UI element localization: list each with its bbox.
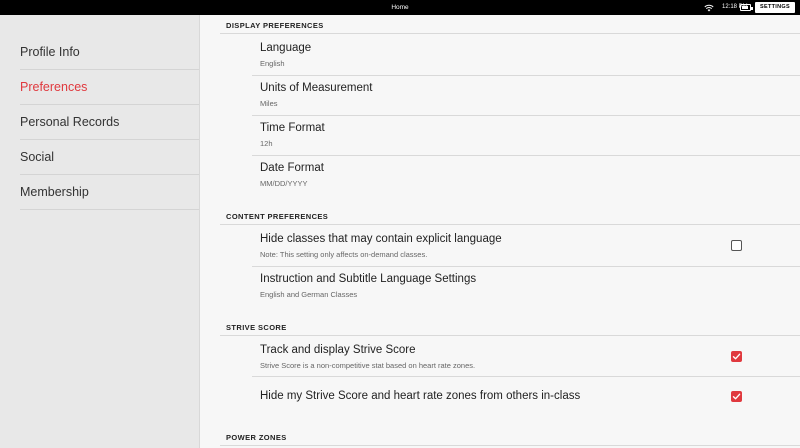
row-divider — [252, 115, 800, 116]
status-bar-title: Home — [391, 4, 409, 11]
sidebar-item-profile-info[interactable]: Profile Info — [0, 35, 200, 70]
sidebar-item-preferences[interactable]: Preferences — [0, 70, 200, 105]
setting-value: English and German Classes — [260, 290, 358, 299]
settings-button[interactable]: SETTINGS — [755, 2, 795, 13]
setting-title: Track and display Strive Score — [260, 344, 416, 356]
sidebar-item-social[interactable]: Social — [0, 140, 200, 175]
setting-title: Hide classes that may contain explicit l… — [260, 233, 502, 245]
checkmark-icon — [732, 393, 741, 400]
section-divider — [220, 33, 800, 34]
setting-title: Time Format — [260, 122, 325, 134]
track-strive-score-checkbox[interactable] — [731, 351, 742, 362]
setting-value: Miles — [260, 99, 278, 108]
setting-title: Date Format — [260, 162, 324, 174]
battery-icon — [740, 4, 753, 11]
preferences-panel: DISPLAY PREFERENCES Language English Uni… — [200, 15, 800, 448]
setting-title: Units of Measurement — [260, 82, 373, 94]
setting-title: Instruction and Subtitle Language Settin… — [260, 273, 477, 285]
sidebar: Profile Info Preferences Personal Record… — [0, 15, 200, 448]
setting-value: 12h — [260, 139, 273, 148]
wifi-icon — [704, 4, 714, 12]
section-header-content-preferences: CONTENT PREFERENCES — [226, 212, 329, 221]
checkmark-icon — [732, 353, 741, 360]
row-divider — [252, 155, 800, 156]
section-header-display-preferences: DISPLAY PREFERENCES — [226, 21, 324, 30]
setting-note: Strive Score is a non-competitive stat b… — [260, 361, 476, 370]
section-divider — [220, 224, 800, 225]
section-divider — [220, 335, 800, 336]
setting-value: English — [260, 59, 285, 68]
setting-value: MM/DD/YYYY — [260, 179, 308, 188]
setting-title: Language — [260, 42, 312, 54]
section-header-strive-score: STRIVE SCORE — [226, 323, 287, 332]
status-bar: Home 12:18 PM SETTINGS — [0, 0, 800, 15]
row-divider — [252, 266, 800, 267]
section-header-power-zones: POWER ZONES — [226, 433, 287, 442]
row-divider — [252, 376, 800, 377]
row-divider — [252, 75, 800, 76]
setting-note: Note: This setting only affects on-deman… — [260, 250, 428, 259]
sidebar-item-personal-records[interactable]: Personal Records — [0, 105, 200, 140]
section-divider — [220, 445, 800, 446]
setting-title: Hide my Strive Score and heart rate zone… — [260, 390, 581, 402]
hide-strive-score-checkbox[interactable] — [731, 391, 742, 402]
sidebar-item-membership[interactable]: Membership — [0, 175, 200, 210]
sidebar-divider — [20, 209, 199, 210]
explicit-language-checkbox[interactable] — [731, 240, 742, 251]
